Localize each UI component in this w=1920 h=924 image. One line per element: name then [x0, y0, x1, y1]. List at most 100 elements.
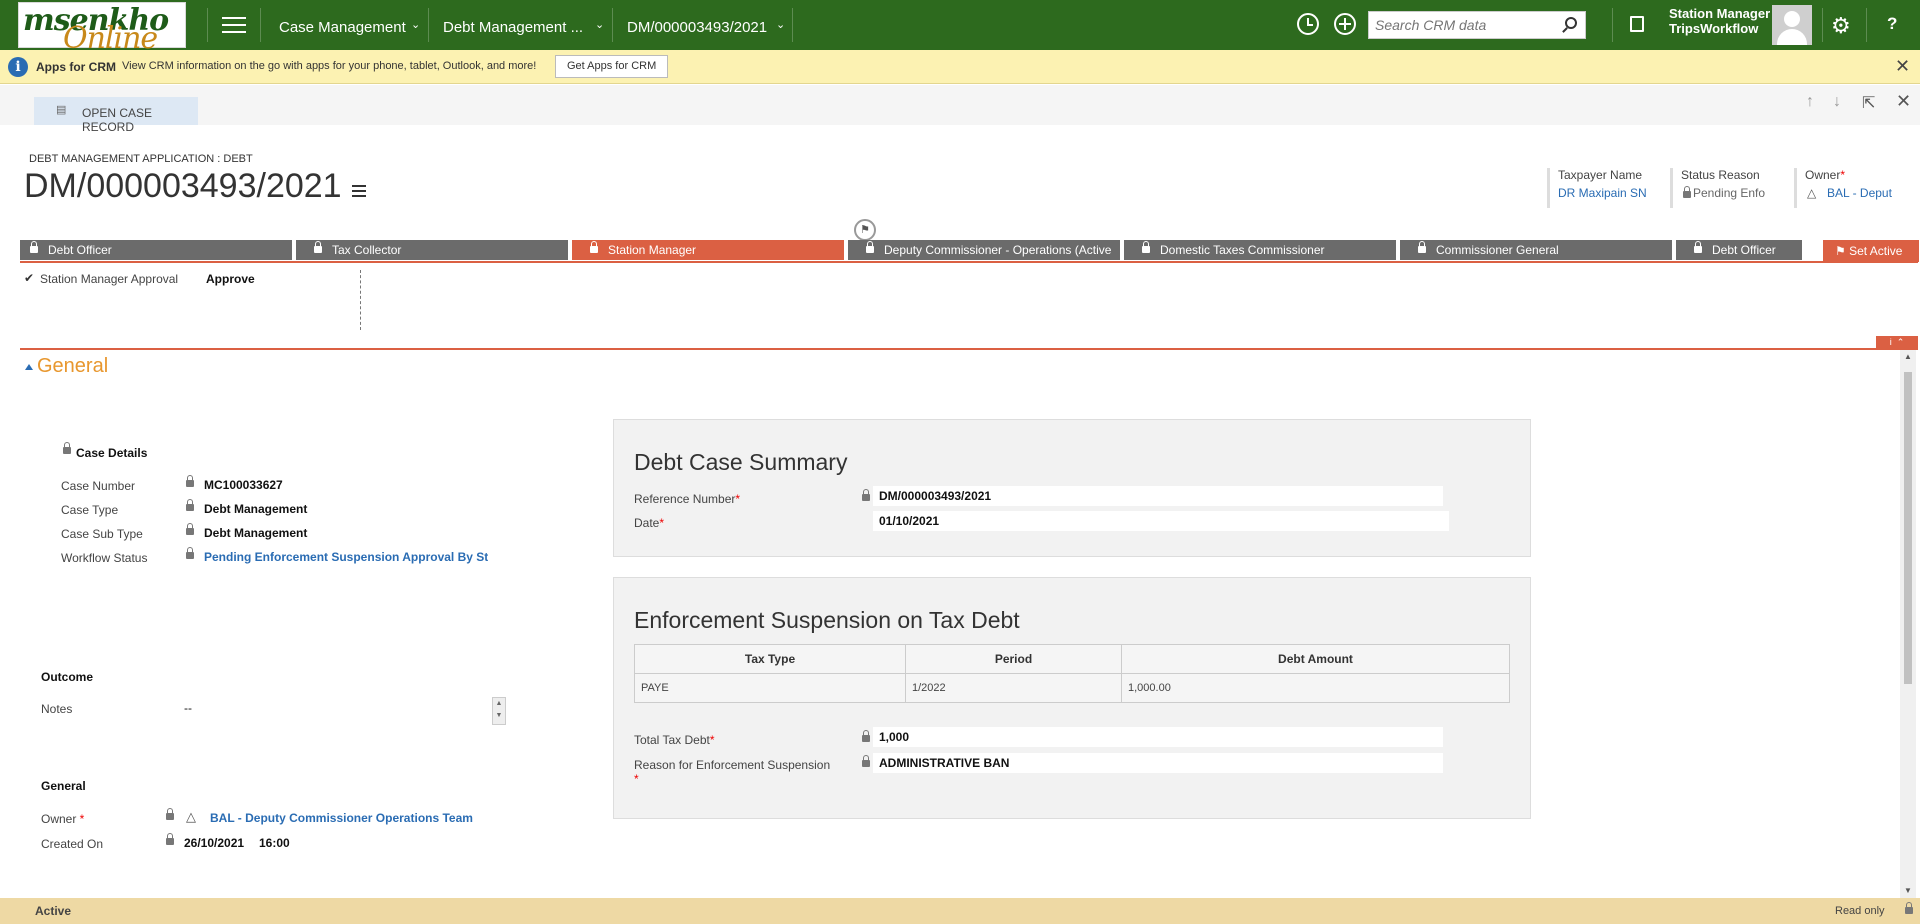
arrow-up-icon[interactable]: ↑ — [1806, 93, 1814, 111]
nav-divider — [428, 8, 429, 42]
get-apps-button[interactable]: Get Apps for CRM — [555, 55, 669, 78]
lock-icon — [166, 833, 174, 845]
table-cell: PAYE — [634, 673, 906, 703]
lock-icon — [1683, 186, 1691, 198]
nav-area[interactable]: Case Management — [279, 19, 406, 36]
lock-icon — [1694, 241, 1702, 253]
user-role[interactable]: Station Manager — [1669, 6, 1770, 21]
chevron-down-icon[interactable]: ⌄ — [411, 18, 420, 31]
search-input[interactable] — [1369, 12, 1549, 38]
lock-icon — [186, 547, 194, 559]
menu-icon[interactable] — [222, 17, 246, 33]
team-icon: △ — [1807, 186, 1817, 200]
field-label: Case Sub Type — [61, 527, 143, 541]
avatar[interactable] — [1772, 5, 1812, 45]
stage-domestic-taxes-commissioner[interactable]: Domestic Taxes Commissioner — [1124, 240, 1396, 260]
field-label: Date* — [634, 516, 665, 530]
approval-label: Station Manager Approval — [40, 272, 179, 286]
open-case-record-label: OPEN CASE RECORD — [82, 106, 153, 134]
nav-record[interactable]: DM/000003493/2021 — [627, 19, 767, 36]
info-title: Apps for CRM — [36, 60, 116, 74]
lock-icon — [862, 755, 870, 767]
section-title-general[interactable]: General — [37, 355, 108, 378]
stage-deputy-commissioner[interactable]: Deputy Commissioner - Operations (Active — [848, 240, 1120, 260]
stage-debt-officer-final[interactable]: Debt Officer — [1676, 240, 1802, 260]
search-icon[interactable] — [1565, 17, 1577, 29]
reason-field: ADMINISTRATIVE BAN — [873, 753, 1443, 773]
stage-commissioner-general[interactable]: Commissioner General — [1400, 240, 1672, 260]
field-label: Workflow Status — [61, 551, 148, 565]
form-selector-icon[interactable] — [352, 185, 366, 200]
owner-link[interactable]: △ BAL - Deput — [1805, 186, 1920, 200]
user-org[interactable]: TripsWorkflow — [1669, 21, 1758, 36]
help-button[interactable]: ? — [1887, 14, 1897, 34]
nav-entity[interactable]: Debt Management ... — [443, 19, 583, 36]
notes-scroll-control[interactable]: ▲ ▼ — [492, 697, 506, 725]
status-reason-value: Pending Enfo — [1681, 186, 1792, 200]
scroll-up-icon[interactable]: ▲ — [1904, 352, 1912, 361]
lock-icon — [590, 241, 598, 253]
divider — [360, 270, 361, 330]
scrollbar[interactable]: ▲ ▼ — [1900, 350, 1916, 898]
collapse-triangle-icon[interactable] — [25, 364, 33, 370]
chevron-down-icon[interactable]: ⌄ — [595, 18, 604, 31]
open-case-record-button[interactable]: ▤ OPEN CASE RECORD — [34, 97, 198, 134]
gear-icon[interactable]: ⚙ — [1831, 13, 1851, 39]
table-cell: 1,000.00 — [1121, 673, 1510, 703]
collapse-control[interactable]: i ⌃ — [1876, 336, 1918, 349]
table-row[interactable]: PAYE 1/2022 1,000.00 — [634, 673, 1510, 703]
chevron-down-icon[interactable]: ⌄ — [776, 18, 785, 31]
recent-clock-icon[interactable] — [1297, 13, 1319, 35]
lock-icon — [862, 730, 870, 742]
total-tax-debt-field: 1,000 — [873, 727, 1443, 747]
created-date-value: 26/10/2021 — [184, 836, 245, 850]
scroll-down-icon[interactable]: ▼ — [1904, 886, 1912, 895]
logo[interactable]: msenkho Online — [18, 2, 186, 56]
column-header[interactable]: Tax Type — [634, 644, 906, 674]
nav-divider — [260, 8, 261, 42]
stage-station-manager[interactable]: Station Manager — [572, 240, 844, 260]
set-active-button[interactable]: ⚑ Set Active — [1823, 240, 1919, 262]
arrow-down-icon[interactable]: ↓ — [1833, 93, 1841, 111]
create-plus-icon[interactable] — [1334, 13, 1356, 35]
field-label: Total Tax Debt* — [634, 733, 715, 747]
stage-tax-collector[interactable]: Tax Collector — [296, 240, 568, 260]
date-field[interactable]: 01/10/2021 — [873, 511, 1449, 531]
info-icon: i — [8, 57, 28, 77]
taxpayer-link[interactable]: DR Maxipain SN — [1558, 186, 1669, 200]
header-field-status: Status Reason Pending Enfo — [1670, 168, 1792, 208]
close-icon[interactable]: ✕ — [1895, 56, 1910, 77]
check-icon: ✔ — [24, 271, 35, 285]
table-cell: 1/2022 — [905, 673, 1122, 703]
card-title: Enforcement Suspension on Tax Debt — [634, 607, 1020, 633]
search-box[interactable] — [1368, 11, 1586, 39]
lock-icon — [314, 241, 322, 253]
outcome-header: Outcome — [41, 670, 94, 684]
flag-icon[interactable]: ⚑ — [854, 219, 876, 241]
scroll-thumb[interactable] — [1904, 372, 1912, 684]
case-number-value: MC100033627 — [204, 478, 283, 492]
field-label: Reason for Enforcement Suspension * — [634, 758, 831, 786]
field-label: Reference Number* — [634, 492, 741, 506]
advanced-find-icon[interactable] — [1630, 16, 1644, 32]
approval-value[interactable]: Approve — [206, 272, 255, 286]
nav-divider — [1612, 8, 1613, 42]
column-header[interactable]: Debt Amount — [1121, 644, 1510, 674]
notes-value[interactable]: -- — [184, 701, 192, 715]
close-form-icon[interactable]: ✕ — [1896, 91, 1911, 112]
header-field-label: Taxpayer Name — [1558, 168, 1643, 182]
owner-link[interactable]: BAL - Deputy Commissioner Operations Tea… — [210, 811, 473, 825]
nav-divider — [612, 8, 613, 42]
lock-icon — [63, 442, 71, 454]
column-header[interactable]: Period — [905, 644, 1122, 674]
expand-icon[interactable]: ⇱ — [1862, 93, 1875, 113]
field-label: Owner * — [41, 812, 85, 826]
record-status: Active — [35, 904, 72, 918]
created-time-value: 16:00 — [259, 836, 290, 850]
reference-number-field: DM/000003493/2021 — [873, 486, 1443, 506]
workflow-status-link[interactable]: Pending Enforcement Suspension Approval … — [204, 550, 488, 564]
breadcrumb: DEBT MANAGEMENT APPLICATION : DEBT — [29, 153, 253, 165]
stage-debt-officer[interactable]: Debt Officer — [20, 240, 292, 260]
lock-icon — [862, 489, 870, 501]
case-type-value: Debt Management — [204, 502, 308, 516]
